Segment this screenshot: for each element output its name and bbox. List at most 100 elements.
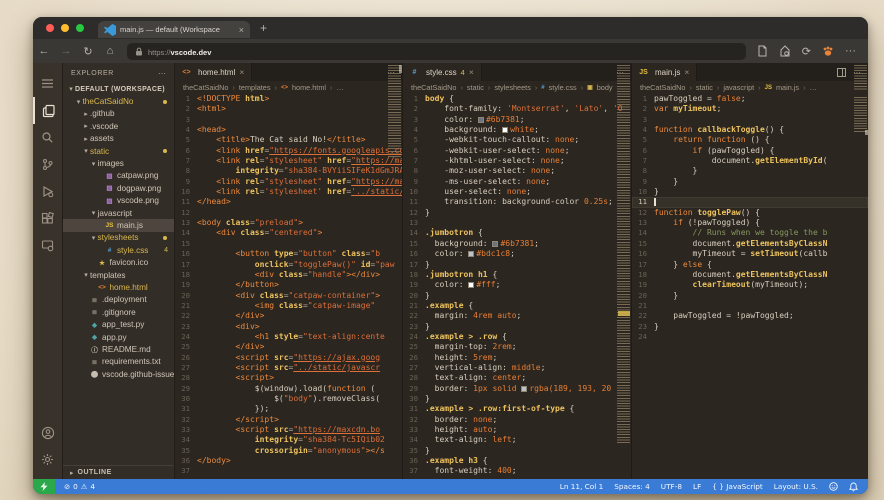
code-line[interactable]: 11 </head> [175,197,402,207]
close-window-button[interactable] [46,24,54,32]
code-line[interactable]: 13 <body class="preload"> [175,218,402,228]
code-line[interactable]: 18 <div class="handle"></div> [175,270,402,280]
code-line[interactable]: 18 .jumbotron h1 { [403,270,631,280]
breadcrumb-item[interactable]: … [336,83,343,92]
code-line[interactable]: 17 onclick="togglePaw()" id="paw [175,260,402,270]
close-tab-icon[interactable]: × [684,67,689,77]
code-line[interactable]: 28 text-align: center; [403,373,631,383]
code-line[interactable]: 25 </div> [175,342,402,352]
code-line[interactable]: 8 } [632,166,868,176]
close-tab-icon[interactable]: × [239,67,244,77]
tree-item-vscode-github-issues[interactable]: ⬤ vscode.github-issues [63,368,174,380]
code-line[interactable]: 16 myTimeout = setTimeout(callb [632,249,868,259]
code-line[interactable]: 19 color: #fff; [403,280,631,290]
code-line[interactable]: 4 function callbackToggle() { [632,125,868,135]
breadcrumb-item[interactable]: static [467,83,484,92]
code-line[interactable]: 20 } [632,291,868,301]
breadcrumb-item[interactable]: javascript [723,83,754,92]
code-line[interactable]: 16 color: #bdc1c8; [403,249,631,259]
breadcrumb-item[interactable]: main.js [776,83,799,92]
code-line[interactable]: 36 </body> [175,456,402,466]
explorer-more-icon[interactable]: ··· [158,69,166,78]
code-line[interactable]: 17} [403,260,631,270]
tree-item-dogpaw-png[interactable]: ▨ dogpaw.png [63,182,174,194]
tree-item-main-js[interactable]: JS main.js [63,219,174,232]
breadcrumb-item[interactable]: templates [239,83,271,92]
source-control-icon[interactable] [33,151,63,178]
code-line[interactable]: 33 <script src="https://maxcdn.bo [175,425,402,435]
code-line[interactable]: 16 <button type="button" class="b [175,249,402,259]
code-line[interactable]: 9 <link rel="stylesheet" href="https://m… [175,177,402,187]
code-line[interactable]: 31 }); [175,404,402,414]
code-line[interactable]: 29 $(window).load(function ( [175,384,402,394]
back-icon[interactable]: ← [33,45,55,57]
home-icon[interactable]: ⌂ [99,45,121,57]
code-line[interactable]: 22 pawToggled = !pawToggled; [632,311,868,321]
code-line[interactable]: 23} [632,322,868,332]
tree-item-thecatsaidno[interactable]: ▾ theCatSaidNo [63,95,174,107]
remote-explorer-icon[interactable] [33,232,63,259]
code-line[interactable]: 12 function togglePaw() { [632,208,868,218]
paw-extension-icon[interactable] [822,45,834,57]
code-line[interactable]: 20} [403,291,631,301]
code-line[interactable]: 10} [632,187,868,197]
tree-item-static[interactable]: ▾ static [63,145,174,157]
code-line[interactable]: 9 } [632,177,868,187]
code-line[interactable]: 30 $("body").removeClass( [175,394,402,404]
code-line[interactable]: 6 if (pawToggled) { [632,146,868,156]
browser-tab[interactable]: main.js — default (Workspace × [98,21,250,38]
code-line[interactable]: 3 [175,115,402,125]
code-line[interactable]: 1 pawToggled = false; [632,94,868,104]
code-line[interactable]: 12} [403,208,631,218]
zoom-window-button[interactable] [76,24,84,32]
problems-indicator[interactable]: ⊘ 0 ⚠ 4 [64,482,95,491]
status-item-lf[interactable]: LF [693,482,701,491]
code-line[interactable]: 6 <link href="https://fonts.googleapis.c… [175,146,402,156]
tree-item--vscode[interactable]: ▸ .vscode [63,120,174,132]
status-item-layout-u-s-[interactable]: Layout: U.S. [774,482,818,491]
tree-item-vscode-png[interactable]: ▨ vscode.png [63,195,174,207]
breadcrumb-item[interactable]: theCatSaidNo [640,83,685,92]
code-line[interactable]: 35} [403,446,631,456]
code-line[interactable]: 20 <div class="catpaw-container"> [175,291,402,301]
code-line[interactable]: 11 transition: background-color 0.25s; [403,197,631,207]
outline-section[interactable]: ▸ OUTLINE [63,465,174,479]
breadcrumb-item[interactable]: static [696,83,713,92]
reload-icon[interactable]: ↻ [77,45,99,58]
code-line[interactable]: 21 <img class="catpaw-image" [175,301,402,311]
code-line[interactable]: 9 -ms-user-select: none; [403,177,631,187]
code-line[interactable]: 23 <div> [175,322,402,332]
code-line[interactable]: 37 [175,466,402,476]
code-line[interactable]: 24 [632,332,868,342]
code-line[interactable]: 21 [632,301,868,311]
code-line[interactable]: 4 background: white; [403,125,631,135]
code-line[interactable]: 8 -moz-user-select: none; [403,166,631,176]
code-line[interactable]: 22 margin: 4rem auto; [403,311,631,321]
run-debug-icon[interactable] [33,178,63,205]
workspace-header-row[interactable]: ▾ DEFAULT (WORKSPACE) [63,83,174,95]
forward-icon[interactable]: → [55,45,77,57]
feedback-smiley-icon[interactable] [829,482,838,491]
code-line[interactable]: 24 .example > .row { [403,332,631,342]
tree-item-app-py[interactable]: ◆ app.py [63,331,174,343]
code-line[interactable]: 15 [175,239,402,249]
tree-item--gitignore[interactable]: ≣ .gitignore [63,306,174,318]
close-tab-icon[interactable]: × [239,25,244,35]
shield-settings-icon[interactable] [779,45,791,57]
reader-view-icon[interactable] [756,45,768,57]
code-line[interactable]: 28 <script> [175,373,402,383]
code-line[interactable]: 1 body { [403,94,631,104]
menu-icon[interactable] [33,70,63,97]
code-line[interactable]: 6 -webkit-user-select: none; [403,146,631,156]
code-line[interactable]: 10 user-select: none; [403,187,631,197]
close-tab-icon[interactable]: × [469,67,474,77]
tree-item--github[interactable]: ▸ .github [63,108,174,120]
split-editor-icon[interactable] [837,67,846,77]
code-line[interactable]: 25 margin-top: 2rem; [403,342,631,352]
extensions-icon[interactable] [33,205,63,232]
status-item-spaces-4[interactable]: Spaces: 4 [614,482,649,491]
tree-item-readme-md[interactable]: ⓘ README.md [63,343,174,355]
code-line[interactable]: 7 <link rel="stylesheet" href="https://m… [175,156,402,166]
tab-home-html[interactable]: <> home.html × [175,63,253,81]
breadcrumb-item[interactable]: theCatSaidNo [183,83,228,92]
